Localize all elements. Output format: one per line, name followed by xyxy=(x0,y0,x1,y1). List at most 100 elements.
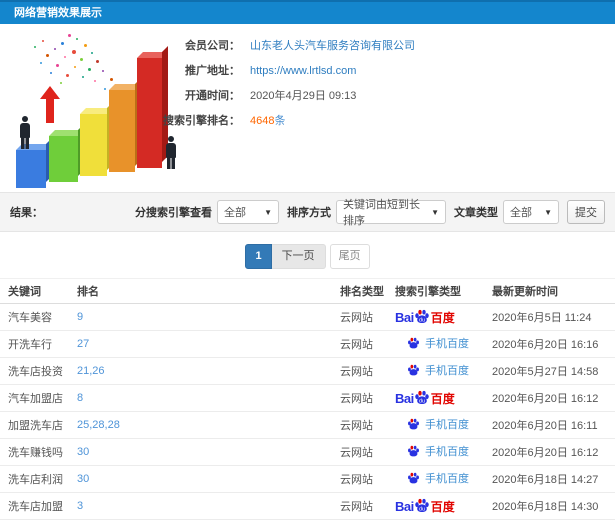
rank-type-column-header: 排名类型 xyxy=(340,278,395,304)
rank-type-cell: 云网站 xyxy=(340,357,395,385)
baidu-logo: Bai du 百度 xyxy=(395,309,455,326)
keyword-cell: 汽车美容 xyxy=(0,303,77,331)
keyword-cell: 加盟洗车店 xyxy=(0,411,77,439)
page-title: 网络营销效果展示 xyxy=(14,7,102,19)
baidu-paw-icon: du xyxy=(415,309,429,323)
filter-controls: 分搜索引擎查看 全部 ▼ 排序方式 关键词由短到长排序 ▼ 文章类型 全部 ▼ … xyxy=(127,199,605,227)
engine-select[interactable]: 全部 ▼ xyxy=(217,200,279,224)
mobile-baidu-text: 手机百度 xyxy=(425,473,469,486)
table-header-row: 关键词 排名 排名类型 搜索引擎类型 最新更新时间 xyxy=(0,278,615,304)
mobile-baidu-label: 手机百度 xyxy=(407,470,469,486)
keyword-ranking-table: 关键词 排名 排名类型 搜索引擎类型 最新更新时间 汽车美容 9 云网站 Bai… xyxy=(0,278,615,520)
engine-column-header: 搜索引擎类型 xyxy=(395,278,492,304)
engine-select-value: 全部 xyxy=(224,207,246,219)
rank-cell: 8 xyxy=(77,384,340,412)
engine-cell: 手机百度 xyxy=(395,411,492,439)
article-select-value: 全部 xyxy=(510,207,532,219)
rank-link[interactable]: 30 xyxy=(77,473,89,485)
baidu-paw-icon: du xyxy=(415,498,429,512)
rank-link[interactable]: 25,28,28 xyxy=(77,419,120,431)
table-row: 加盟洗车店 25,28,28 云网站 手机百度 2020年6月20日 16:11 xyxy=(0,411,615,439)
rank-type-cell: 云网站 xyxy=(340,438,395,466)
keyword-cell: 洗车赚钱吗 xyxy=(0,438,77,466)
keyword-column-header: 关键词 xyxy=(0,278,77,304)
chevron-down-icon: ▼ xyxy=(544,207,552,217)
mobile-baidu-text: 手机百度 xyxy=(425,365,469,378)
page-1-button[interactable]: 1 xyxy=(245,243,272,269)
baidu-logo-text: Bai xyxy=(395,390,414,406)
baidu-logo: Bai du 百度 xyxy=(395,498,455,515)
mobile-baidu-text: 手机百度 xyxy=(425,338,469,351)
engine-cell: Bai du 百度 xyxy=(395,384,492,412)
baidu-paw-icon xyxy=(408,445,419,457)
engine-cell: Bai du 百度 xyxy=(395,492,492,520)
rank-link[interactable]: 30 xyxy=(77,446,89,458)
article-type-select[interactable]: 全部 ▼ xyxy=(503,200,559,224)
clipart-bar-blue xyxy=(16,150,46,188)
rank-type-cell: 云网站 xyxy=(340,384,395,412)
filter-bar: 结果： 分搜索引擎查看 全部 ▼ 排序方式 关键词由短到长排序 ▼ 文章类型 全… xyxy=(0,192,615,232)
mobile-baidu-label: 手机百度 xyxy=(407,335,469,351)
rank-link[interactable]: 8 xyxy=(77,392,83,404)
rank-type-cell: 云网站 xyxy=(340,465,395,493)
updated-cell: 2020年6月18日 14:27 xyxy=(492,465,615,493)
info-row: 推广地址： https://www.lrtlsd.com xyxy=(0,59,615,84)
engine-cell: Bai du 百度 xyxy=(395,303,492,331)
submit-button[interactable]: 提交 xyxy=(567,200,605,224)
rank-link[interactable]: 21,26 xyxy=(77,365,105,377)
updated-column-header: 最新更新时间 xyxy=(492,278,615,304)
baidu-paw-icon xyxy=(408,418,419,430)
rank-column-header: 排名 xyxy=(77,278,340,304)
rank-cell: 25,28,28 xyxy=(77,411,340,439)
engine-filter-label: 分搜索引擎查看 xyxy=(135,207,212,219)
info-row: 会员公司： 山东老人头汽车服务咨询有限公司 xyxy=(0,34,615,59)
updated-cell: 2020年6月20日 16:16 xyxy=(492,330,615,358)
engine-cell: 手机百度 xyxy=(395,438,492,466)
rank-cell: 3 xyxy=(77,492,340,520)
engine-cell: 手机百度 xyxy=(395,330,492,358)
rank-cell: 30 xyxy=(77,438,340,466)
info-label: 开通时间： xyxy=(185,90,240,102)
rank-type-cell: 云网站 xyxy=(340,492,395,520)
mobile-baidu-label: 手机百度 xyxy=(407,443,469,459)
mobile-baidu-text: 手机百度 xyxy=(425,419,469,432)
keyword-cell: 洗车店加盟 xyxy=(0,492,77,520)
baidu-logo-cn: 百度 xyxy=(430,499,455,514)
info-value[interactable]: 山东老人头汽车服务咨询有限公司 xyxy=(250,40,415,52)
info-row: 开通时间： 2020年4月29日 09:13 xyxy=(0,84,615,109)
keyword-cell: 开洗车行 xyxy=(0,330,77,358)
svg-text:du: du xyxy=(419,506,425,512)
clipart-bar-green xyxy=(49,136,78,182)
info-label: 推广地址： xyxy=(185,65,240,77)
info-row: 搜索引擎排名： 4648条 xyxy=(0,109,615,134)
rank-link[interactable]: 27 xyxy=(77,338,89,350)
table-row: 汽车美容 9 云网站 Bai du 百度 2020年6月5日 11:24 xyxy=(0,303,615,331)
table-row: 洗车店利润 30 云网站 手机百度 2020年6月18日 14:27 xyxy=(0,465,615,493)
baidu-logo-cn: 百度 xyxy=(430,391,455,406)
baidu-logo-cn: 百度 xyxy=(430,310,455,325)
info-value: 2020年4月29日 09:13 xyxy=(250,90,357,102)
rank-cell: 21,26 xyxy=(77,357,340,385)
rank-type-cell: 云网站 xyxy=(340,330,395,358)
last-page-button[interactable]: 尾页 xyxy=(329,243,370,269)
svg-text:du: du xyxy=(419,317,425,323)
rank-link[interactable]: 9 xyxy=(77,311,83,323)
keyword-cell: 洗车店投资 xyxy=(0,357,77,385)
keyword-cell: 洗车店利润 xyxy=(0,465,77,493)
rank-link[interactable]: 3 xyxy=(77,500,83,512)
sort-select-value: 关键词由短到长排序 xyxy=(343,199,420,227)
rank-cell: 9 xyxy=(77,303,340,331)
baidu-paw-icon xyxy=(408,364,419,376)
rank-cell: 27 xyxy=(77,330,340,358)
mobile-baidu-text: 手机百度 xyxy=(425,446,469,459)
marketing-report-page: 网络营销效果展示 会员公司： 山东老人头汽车服务咨询有限公司推广地址： https:… xyxy=(0,0,615,520)
sort-select[interactable]: 关键词由短到长排序 ▼ xyxy=(336,199,446,227)
updated-cell: 2020年6月20日 16:12 xyxy=(492,438,615,466)
table-row: 洗车店加盟 3 云网站 Bai du 百度 2020年6月18日 14:30 xyxy=(0,492,615,520)
info-value[interactable]: https://www.lrtlsd.com xyxy=(250,65,356,77)
next-page-button[interactable]: 下一页 xyxy=(271,243,326,269)
keyword-cell: 汽车加盟店 xyxy=(0,384,77,412)
updated-cell: 2020年6月18日 14:30 xyxy=(492,492,615,520)
sort-filter-label: 排序方式 xyxy=(287,207,331,219)
app-header: 网络营销效果展示 xyxy=(0,0,615,24)
